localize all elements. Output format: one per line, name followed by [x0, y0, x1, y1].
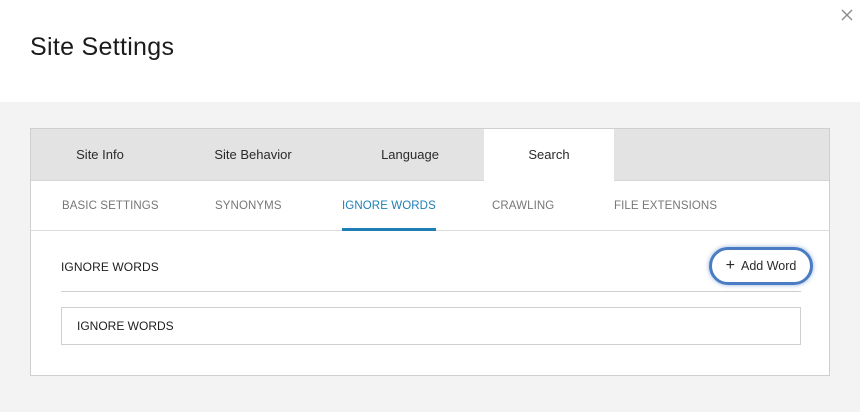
subtab-label: BASIC SETTINGS: [62, 200, 159, 212]
subtab-crawling[interactable]: CRAWLING: [492, 181, 554, 230]
modal-header: Site Settings: [0, 0, 860, 102]
tab-label: Site Behavior: [214, 147, 292, 162]
tab-bar: Site Info Site Behavior Language Search: [31, 129, 829, 181]
subtab-basic-settings[interactable]: BASIC SETTINGS: [62, 181, 159, 230]
tab-label: Site Info: [76, 147, 124, 162]
close-icon[interactable]: [840, 8, 854, 22]
table-header: IGNORE WORDS: [77, 319, 174, 333]
subtab-file-extensions[interactable]: FILE EXTENSIONS: [614, 181, 717, 230]
subtab-synonyms[interactable]: SYNONYMS: [215, 181, 282, 230]
section-divider: [61, 291, 801, 292]
add-word-label: Add Word: [740, 259, 797, 273]
settings-panel: Site Info Site Behavior Language Search …: [30, 128, 830, 376]
ignore-words-table: IGNORE WORDS: [61, 307, 801, 345]
add-word-button[interactable]: + Add Word: [709, 247, 813, 285]
tab-search[interactable]: Search: [484, 129, 614, 181]
subtab-label: FILE EXTENSIONS: [614, 200, 718, 212]
sub-navigation: BASIC SETTINGS SYNONYMS IGNORE WORDS CRA…: [31, 181, 829, 231]
subtab-ignore-words[interactable]: IGNORE WORDS: [342, 181, 436, 231]
modal-title: Site Settings: [30, 33, 175, 61]
tab-site-behavior[interactable]: Site Behavior: [169, 129, 337, 180]
subtab-label: CRAWLING: [492, 200, 555, 212]
subtab-label: SYNONYMS: [215, 200, 282, 212]
subtab-label: IGNORE WORDS: [342, 200, 436, 212]
tab-label: Search: [528, 147, 570, 162]
tab-label: Language: [381, 147, 439, 162]
tab-site-info[interactable]: Site Info: [31, 129, 169, 180]
tab-language[interactable]: Language: [337, 129, 483, 180]
plus-icon: +: [725, 257, 735, 274]
section-title: IGNORE WORDS: [61, 260, 159, 274]
